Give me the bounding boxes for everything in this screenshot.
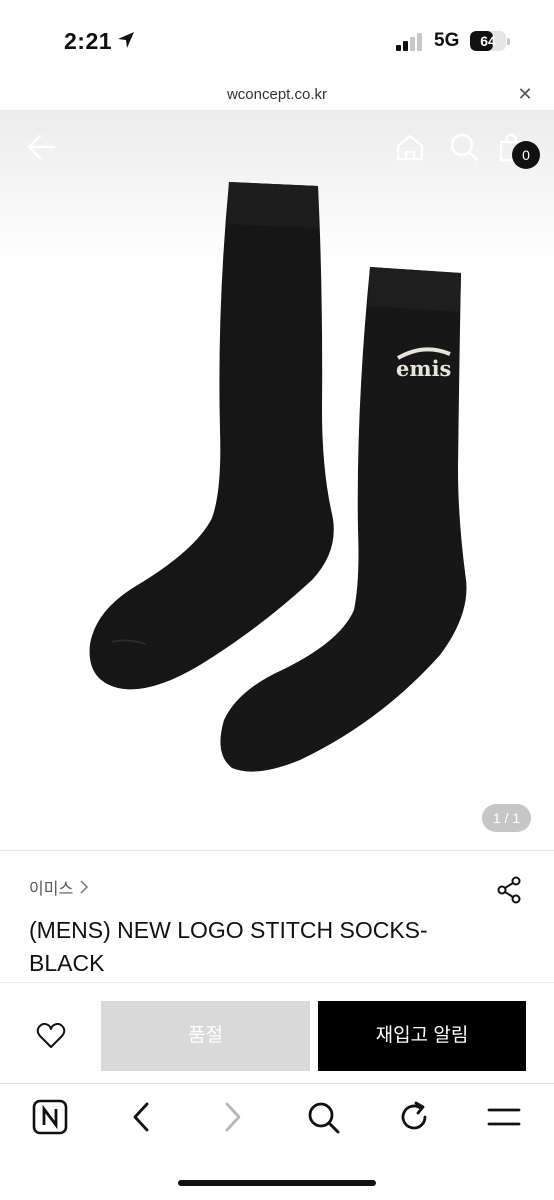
brand-link[interactable]: 이미스 [29,876,89,898]
chevron-right-icon [80,880,89,894]
status-time: 2:21 [64,28,113,54]
refresh-icon[interactable] [396,1099,432,1135]
emis-logo: emis [396,356,451,381]
brand-name[interactable]: 이미스 [29,875,73,899]
restock-alert-button[interactable]: 재입고 알림 [318,1001,526,1071]
network-type: 5G [434,30,460,51]
status-bar: 2:21 5G 64 [0,0,554,80]
browser-toolbar [0,1084,554,1200]
divider [0,850,554,851]
back-icon[interactable] [124,1099,160,1135]
product-image-viewer[interactable]: emis 0 1 / 1 [0,110,554,850]
close-icon[interactable]: ✕ [516,85,534,103]
battery-cap [507,38,510,45]
location-arrow-icon [118,32,134,48]
signal-icon [396,33,422,51]
menu-icon[interactable] [486,1099,522,1135]
url-domain[interactable]: wconcept.co.kr [0,86,554,103]
share-icon[interactable] [496,876,522,904]
image-counter: 1 / 1 [482,804,531,832]
home-icon[interactable] [394,132,426,162]
heart-icon[interactable] [36,1021,66,1049]
cart-count-badge[interactable]: 0 [512,141,540,169]
product-title: (MENS) NEW LOGO STITCH SOCKS-BLACK [29,917,428,976]
soldout-button[interactable]: 품절 [101,1001,310,1071]
battery-level: 64 [480,33,496,49]
battery-icon: 64 [470,31,506,51]
product-image: emis [89,182,467,772]
home-indicator[interactable] [178,1180,376,1186]
naver-icon[interactable] [32,1099,68,1135]
back-arrow-icon[interactable] [26,132,58,162]
forward-icon[interactable] [214,1099,250,1135]
search-icon[interactable] [305,1099,341,1135]
search-icon[interactable] [448,132,480,162]
url-bar[interactable]: wconcept.co.kr ✕ [0,80,554,110]
purchase-action-bar: 품절 재입고 알림 [0,982,554,1084]
